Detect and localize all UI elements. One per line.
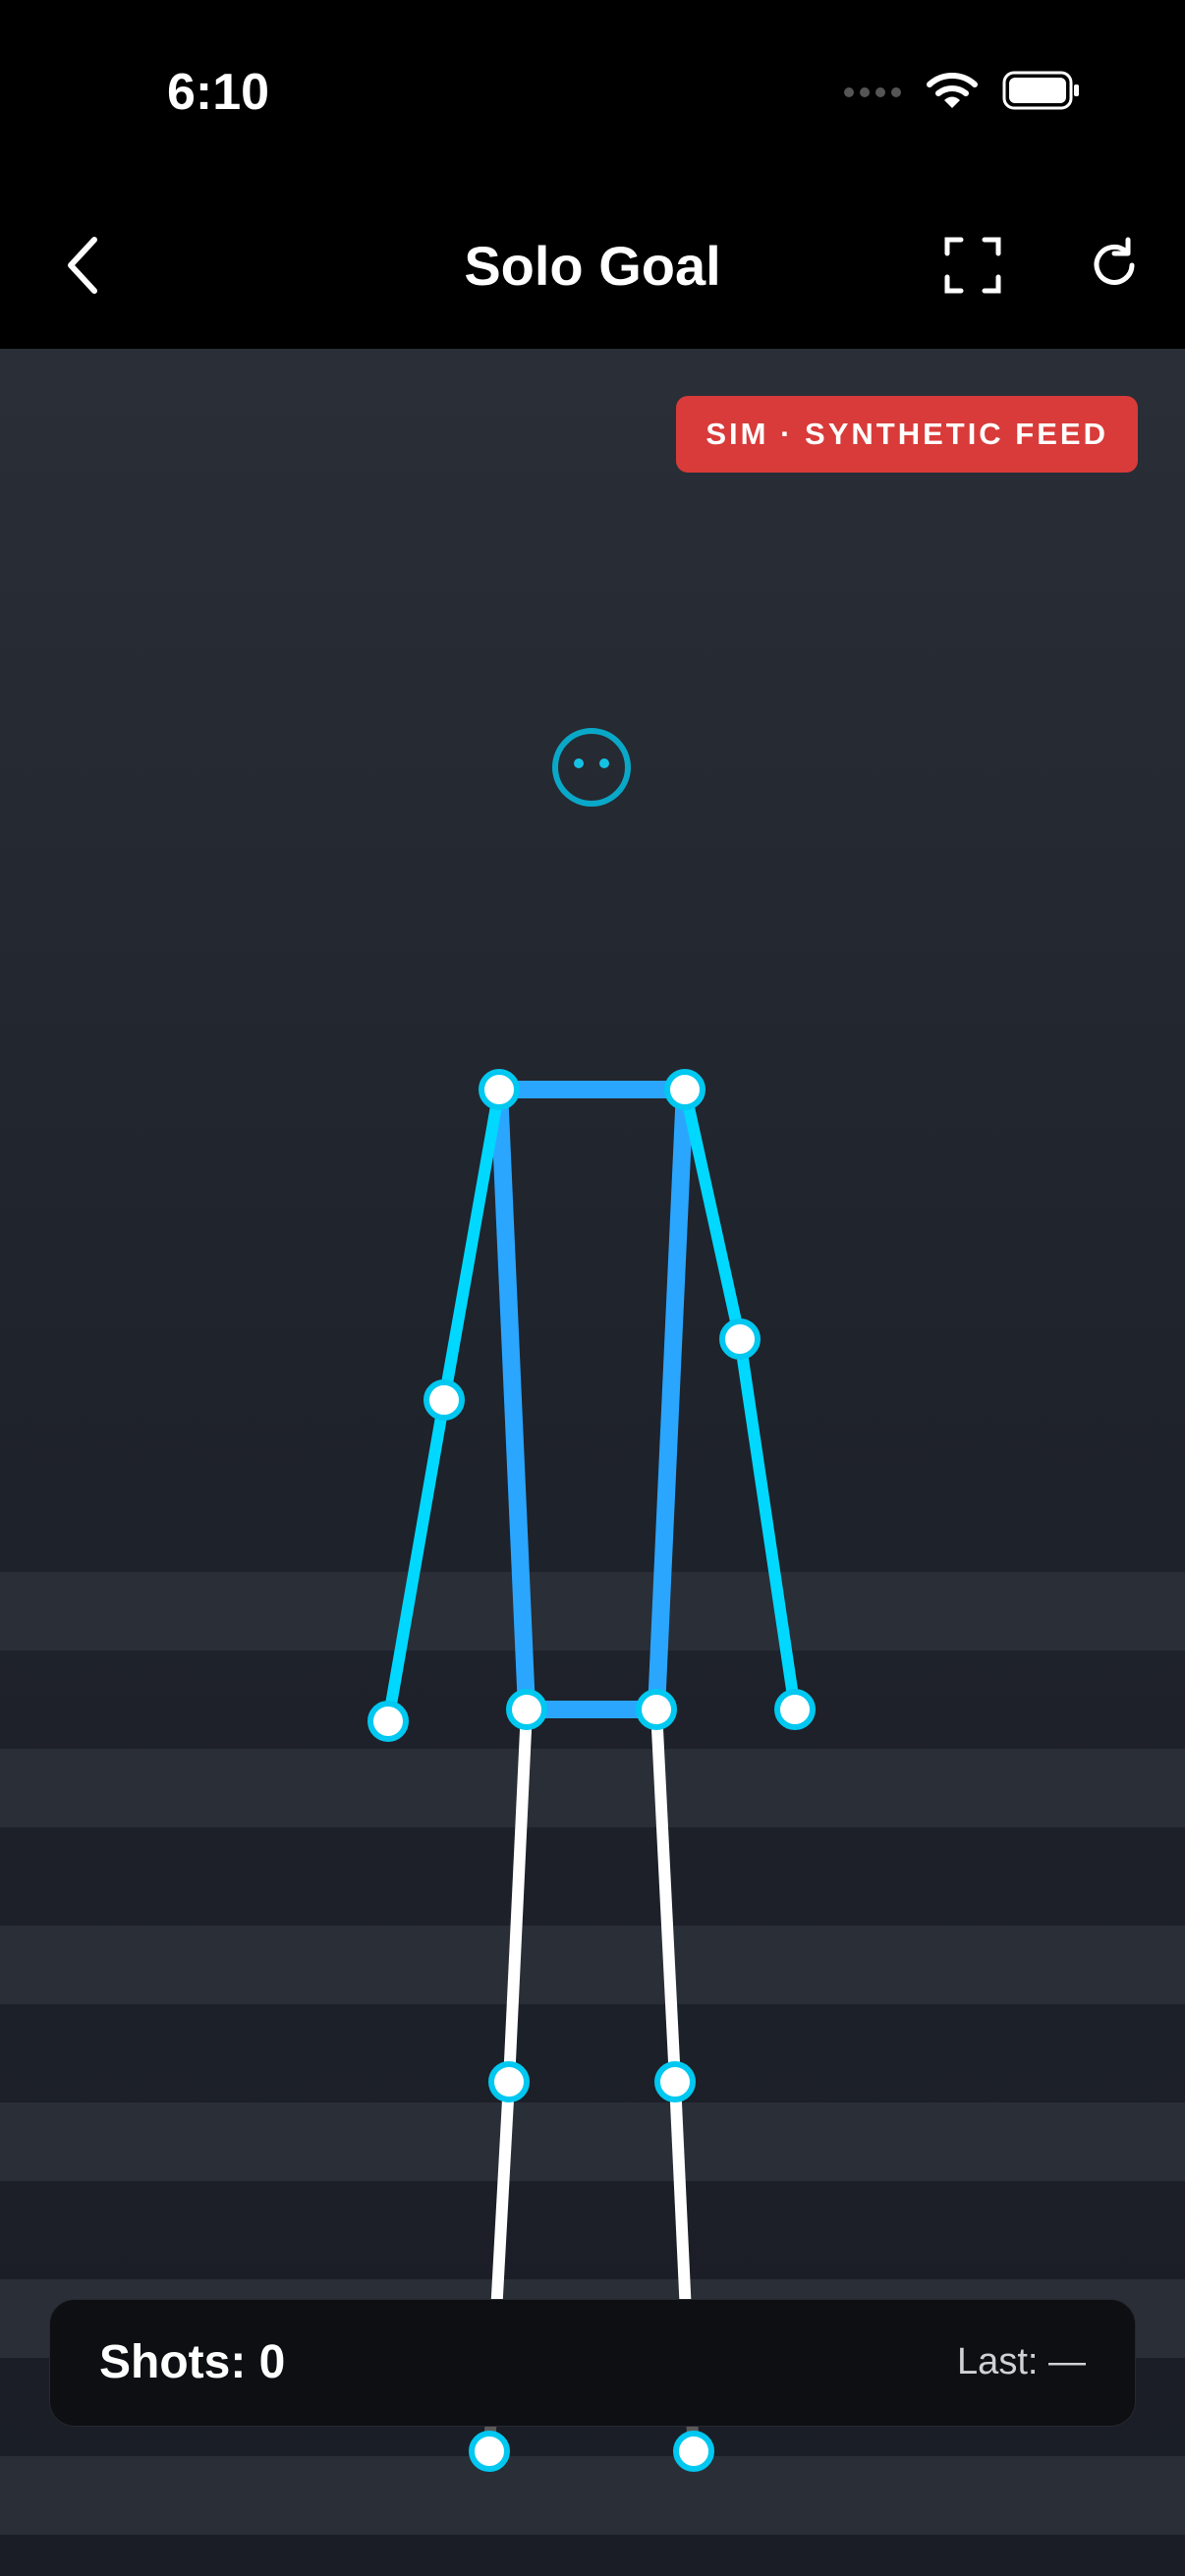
status-icons xyxy=(843,71,1081,110)
wifi-icon xyxy=(927,73,978,108)
left-elbow-joint xyxy=(423,1379,465,1421)
left-wrist-joint xyxy=(367,1701,409,1742)
refresh-button[interactable] xyxy=(1075,226,1154,305)
signal-icon xyxy=(844,87,901,97)
right-ankle-joint xyxy=(673,2431,714,2472)
left-knee-joint xyxy=(488,2061,530,2102)
status-bar: 6:10 xyxy=(0,0,1185,196)
right-wrist-joint xyxy=(774,1689,816,1730)
left-shoulder-joint xyxy=(479,1069,520,1110)
last-shot-value: Last: — xyxy=(957,2341,1086,2382)
joints xyxy=(367,1069,816,2472)
pose-skeleton xyxy=(367,728,816,2472)
nav-bar: Solo Goal xyxy=(0,196,1185,349)
battery-icon xyxy=(1002,71,1079,110)
left-hip-joint xyxy=(506,1689,547,1730)
shots-stats-card: Shots: 0 Last: — xyxy=(49,2299,1136,2427)
fullscreen-button[interactable] xyxy=(933,226,1012,305)
fullscreen-icon xyxy=(944,237,1001,294)
refresh-icon xyxy=(1094,237,1135,285)
right-hip-joint xyxy=(636,1689,677,1730)
right-shoulder-joint xyxy=(664,1069,705,1110)
torso xyxy=(490,1081,694,1718)
right-knee-joint xyxy=(654,2061,696,2102)
shots-count: Shots: 0 xyxy=(99,2336,286,2388)
left-ankle-joint xyxy=(469,2431,510,2472)
head-marker xyxy=(552,728,631,807)
camera-feed: SIM · SYNTHETIC FEED xyxy=(0,349,1185,2576)
right-elbow-joint xyxy=(719,1318,761,1360)
status-time: 6:10 xyxy=(167,64,270,121)
